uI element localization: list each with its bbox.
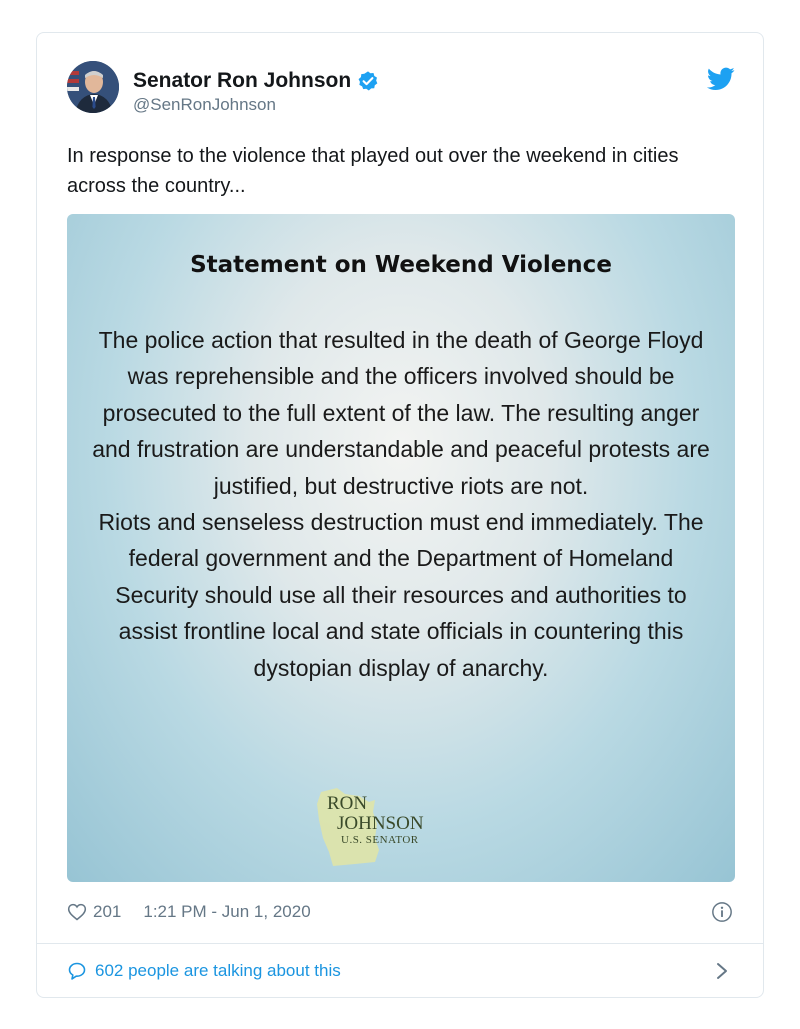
statement-paragraph: The police action that resulted in the d… — [92, 327, 710, 499]
statement-body: The police action that resulted in the d… — [87, 322, 715, 686]
conversation-link[interactable]: 602 people are talking about this — [67, 957, 733, 985]
chevron-right-icon[interactable] — [715, 961, 729, 981]
like-count[interactable]: 201 — [93, 902, 121, 922]
tweet-meta: 201 1:21 PM - Jun 1, 2020 — [67, 899, 733, 925]
statement-title: Statement on Weekend Violence — [190, 252, 612, 278]
conversation-count[interactable]: 602 people are talking about this — [95, 961, 341, 981]
timestamp[interactable]: 1:21 PM - Jun 1, 2020 — [143, 902, 310, 922]
verified-badge-icon — [358, 71, 378, 91]
divider — [37, 943, 763, 944]
author-name[interactable]: Senator Ron Johnson — [133, 69, 351, 93]
avatar[interactable] — [67, 61, 119, 113]
info-icon[interactable] — [711, 901, 733, 923]
statement-image[interactable]: Statement on Weekend Violence The police… — [67, 214, 735, 882]
author-block: Senator Ron Johnson @SenRonJohnson — [133, 69, 379, 115]
logo-line-2: JOHNSON — [337, 813, 424, 834]
heart-icon[interactable] — [67, 902, 87, 922]
twitter-bird-icon[interactable] — [707, 67, 735, 91]
senator-logo: RON JOHNSON U.S. SENATOR — [315, 786, 455, 868]
tweet-card: Senator Ron Johnson @SenRonJohnson In re… — [36, 32, 764, 998]
author-handle[interactable]: @SenRonJohnson — [133, 95, 379, 115]
logo-line-1: RON — [327, 793, 368, 814]
statement-paragraph: Riots and senseless destruction must end… — [98, 509, 704, 681]
logo-line-3: U.S. SENATOR — [341, 834, 419, 846]
speech-bubble-icon — [68, 962, 86, 980]
tweet-text: In response to the violence that played … — [67, 145, 679, 197]
